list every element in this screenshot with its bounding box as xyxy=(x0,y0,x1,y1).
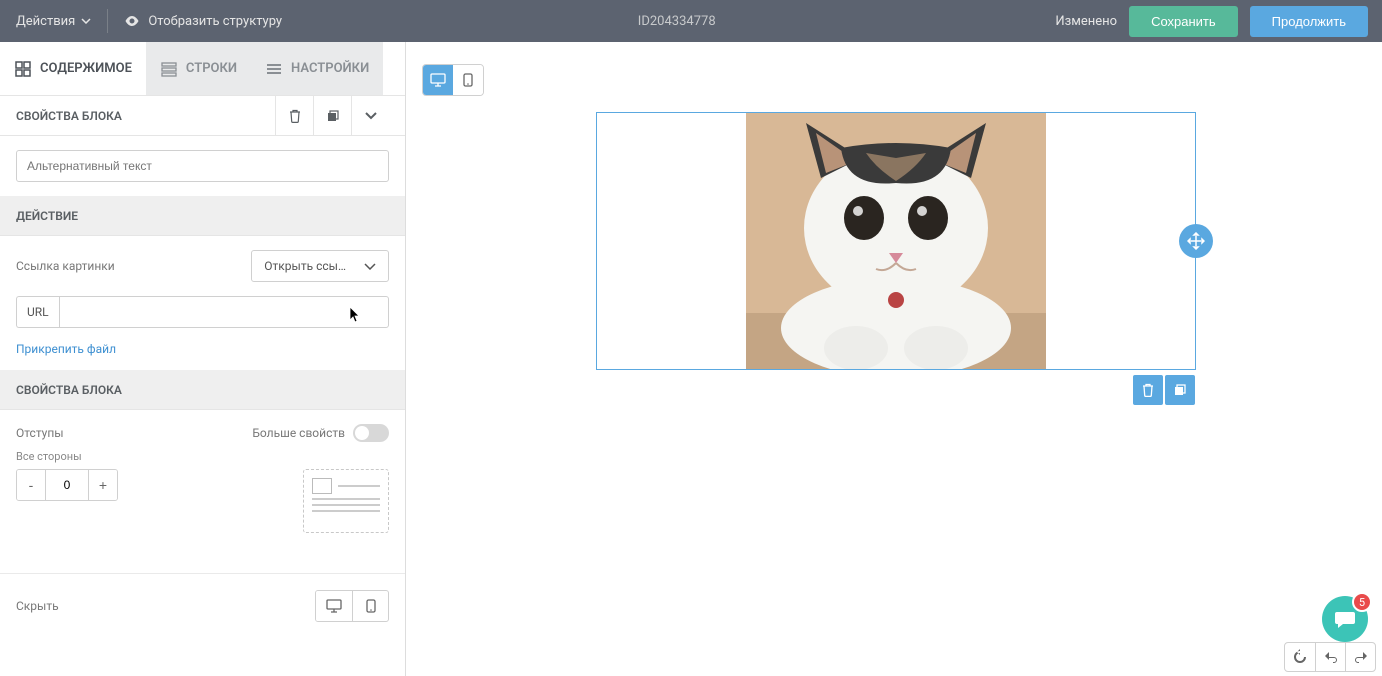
block-delete-button[interactable] xyxy=(1133,375,1163,405)
more-props-label: Больше свойств xyxy=(252,426,345,440)
padding-increase[interactable]: + xyxy=(89,470,117,500)
image-link-label: Ссылка картинки xyxy=(16,259,115,273)
chevron-down-icon xyxy=(81,18,91,24)
document-id: ID204334778 xyxy=(298,14,1055,29)
tab-rows[interactable]: СТРОКИ xyxy=(146,42,251,95)
redo-button[interactable] xyxy=(1345,643,1375,671)
link-action-dropdown[interactable]: Открыть ссы… xyxy=(251,250,389,282)
duplicate-icon xyxy=(326,109,340,123)
show-structure-label: Отобразить структуру xyxy=(148,14,282,29)
padding-label: Отступы xyxy=(16,426,64,440)
tab-rows-label: СТРОКИ xyxy=(186,61,237,76)
url-input[interactable] xyxy=(59,296,389,328)
canvas: 5 xyxy=(406,42,1382,676)
mobile-icon xyxy=(366,599,376,613)
save-button[interactable]: Сохранить xyxy=(1129,6,1238,37)
action-header: ДЕЙСТВИЕ xyxy=(0,196,405,236)
duplicate-block-button[interactable] xyxy=(313,96,351,136)
block-props2-header: СВОЙСТВА БЛОКА xyxy=(0,370,405,410)
actions-label: Действия xyxy=(16,14,75,29)
block-props-header: СВОЙСТВА БЛОКА xyxy=(0,96,405,136)
rows-icon xyxy=(160,60,178,78)
content-icon xyxy=(14,60,32,78)
desktop-icon xyxy=(326,599,342,613)
show-structure-toggle[interactable]: Отобразить структуру xyxy=(108,14,298,29)
padding-decrease[interactable]: - xyxy=(17,470,45,500)
attach-file-link[interactable]: Прикрепить файл xyxy=(0,342,405,370)
history-button[interactable] xyxy=(1285,643,1315,671)
history-icon xyxy=(1292,649,1308,665)
block-props2-label: СВОЙСТВА БЛОКА xyxy=(16,383,122,397)
more-props-toggle[interactable] xyxy=(353,424,389,442)
hide-mobile-button[interactable] xyxy=(352,591,388,621)
device-switch xyxy=(422,64,484,96)
hide-desktop-button[interactable] xyxy=(316,591,352,621)
trash-icon xyxy=(288,109,302,123)
eye-icon xyxy=(124,15,140,27)
trash-icon xyxy=(1141,383,1155,397)
tab-content-label: СОДЕРЖИМОЕ xyxy=(40,61,132,76)
padding-stepper: - + xyxy=(16,469,118,501)
top-bar: Действия Отобразить структуру ID20433477… xyxy=(0,0,1382,42)
duplicate-icon xyxy=(1173,383,1187,397)
all-sides-label: Все стороны xyxy=(0,450,405,469)
undo-button[interactable] xyxy=(1315,643,1345,671)
link-action-value: Открыть ссы… xyxy=(264,259,346,273)
tab-settings[interactable]: НАСТРОЙКИ xyxy=(251,42,383,95)
chevron-down-icon xyxy=(364,112,378,120)
action-header-label: ДЕЙСТВИЕ xyxy=(16,209,78,223)
move-icon xyxy=(1187,232,1205,250)
block-duplicate-button[interactable] xyxy=(1165,375,1195,405)
url-label: URL xyxy=(16,296,59,328)
image-block[interactable] xyxy=(596,112,1196,370)
chat-icon xyxy=(1334,609,1356,629)
mobile-icon xyxy=(463,73,473,87)
desktop-icon xyxy=(430,73,446,87)
padding-value[interactable] xyxy=(45,470,89,500)
sidebar: СОДЕРЖИМОЕ СТРОКИ НАСТРОЙКИ СВОЙСТВА БЛО… xyxy=(0,42,406,676)
tab-content[interactable]: СОДЕРЖИМОЕ xyxy=(0,42,146,95)
collapse-button[interactable] xyxy=(351,96,389,136)
chat-button[interactable]: 5 xyxy=(1322,596,1368,642)
status-text: Изменено xyxy=(1055,14,1117,29)
block-image xyxy=(746,113,1046,369)
device-mobile[interactable] xyxy=(453,65,483,95)
device-desktop[interactable] xyxy=(423,65,453,95)
move-handle[interactable] xyxy=(1179,224,1213,258)
alt-text-input[interactable] xyxy=(16,150,389,182)
redo-icon xyxy=(1353,650,1369,664)
history-group xyxy=(1284,642,1376,672)
undo-icon xyxy=(1323,650,1339,664)
tab-settings-label: НАСТРОЙКИ xyxy=(291,61,369,76)
sidebar-tabs: СОДЕРЖИМОЕ СТРОКИ НАСТРОЙКИ xyxy=(0,42,405,96)
layout-preview xyxy=(303,469,389,533)
continue-button[interactable]: Продолжить xyxy=(1250,6,1368,37)
hide-device-group xyxy=(315,590,389,622)
chat-badge: 5 xyxy=(1352,592,1372,612)
cat-image xyxy=(746,113,1046,369)
actions-dropdown[interactable]: Действия xyxy=(0,0,107,42)
delete-block-button[interactable] xyxy=(275,96,313,136)
block-props-label: СВОЙСТВА БЛОКА xyxy=(16,109,122,123)
chevron-down-icon xyxy=(364,263,376,270)
settings-icon xyxy=(265,60,283,78)
hide-label: Скрыть xyxy=(16,599,59,613)
